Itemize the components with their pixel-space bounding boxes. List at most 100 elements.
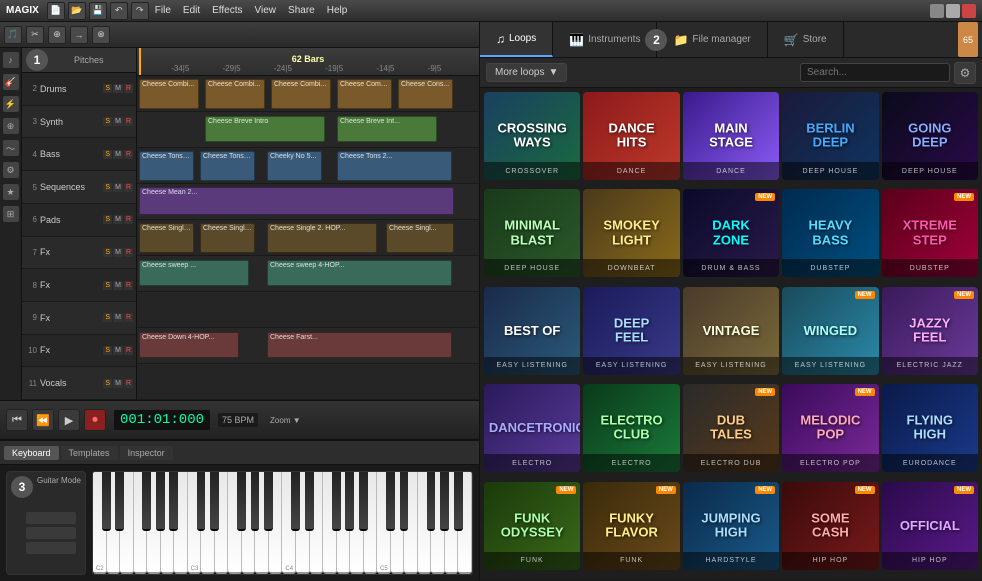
clip[interactable]: Cheese Tons 2... [139,151,194,181]
rec-button[interactable]: R [124,346,133,355]
black-key[interactable] [345,472,354,531]
gear-button[interactable]: ⚙ [954,62,976,84]
piano-keys[interactable]: C2C3C4C5 [92,471,473,575]
clip[interactable]: Cheese Combi... [271,79,331,109]
daw-tool-1[interactable]: 🎵 [4,26,22,44]
icon-star[interactable]: ★ [3,184,19,200]
rec-button[interactable]: R [124,248,133,257]
card-crossing[interactable]: CROSSINGWAYS CROSSOVER [484,92,580,180]
clip[interactable]: Cheese Singl... [386,223,454,253]
close-button[interactable] [962,4,976,18]
daw-tool-5[interactable]: ⊗ [92,26,110,44]
icon-midi[interactable]: ⊕ [3,118,19,134]
solo-button[interactable]: S [103,281,112,290]
card-dance2[interactable]: DANCETRONIC ELECTRO [484,384,580,472]
card-winged[interactable]: WINGED EASY LISTENING NEW [782,287,878,375]
rec-button[interactable]: R [124,281,133,290]
play-button[interactable]: ▶ [58,409,80,431]
black-key[interactable] [386,472,395,531]
card-stage[interactable]: MAINSTAGE DANCE [683,92,779,180]
rec-button[interactable]: R [124,215,133,224]
ctrl-btn[interactable] [26,512,76,524]
clip[interactable]: Cheese Single 2... [200,223,255,253]
clip[interactable]: Cheese Mean 2... [139,187,454,215]
clip[interactable]: Cheese Tons 2... [200,151,255,181]
black-key[interactable] [251,472,260,531]
menu-edit[interactable]: Edit [183,5,200,16]
rewind-button[interactable]: ⏮ [6,409,28,431]
icon-effects[interactable]: ⚡ [3,96,19,112]
black-key[interactable] [237,472,246,531]
card-deep[interactable]: DEEPFEEL EASY LISTENING [583,287,679,375]
card-funky[interactable]: FUNKYFLAVOR FUNK NEW [583,482,679,570]
icon-automation[interactable]: 〜 [3,140,19,156]
black-key[interactable] [440,472,449,531]
daw-tool-2[interactable]: ✂ [26,26,44,44]
record-button[interactable]: ⏺ [84,409,106,431]
clip[interactable]: Cheese Farst... [267,332,452,358]
clip[interactable]: Cheese sweep ... [139,260,249,286]
mute-button[interactable]: M [113,117,123,126]
solo-button[interactable]: S [103,183,112,192]
clip[interactable]: Cheese Cons... [398,79,453,109]
menu-help[interactable]: Help [327,5,348,16]
menu-effects[interactable]: Effects [212,5,242,16]
mute-button[interactable]: M [113,84,123,93]
card-dark[interactable]: DARKZONE DRUM & BASS NEW [683,189,779,277]
rec-button[interactable]: R [124,379,133,388]
solo-button[interactable]: S [103,379,112,388]
card-official[interactable]: OFFICIAL HIP HOP NEW [882,482,978,570]
rec-button[interactable]: R [124,150,133,159]
search-input[interactable] [800,63,950,82]
clip[interactable]: Cheese Combi... [205,79,265,109]
transport-bpm[interactable]: 75 BPM [218,413,258,427]
black-key[interactable] [197,472,206,531]
clip[interactable]: Cheese Single 2... [139,223,194,253]
mute-button[interactable]: M [113,281,123,290]
card-some[interactable]: SOMECASH HIP HOP NEW [782,482,878,570]
clip[interactable]: Cheese Combi... [337,79,392,109]
solo-button[interactable]: S [103,84,112,93]
mute-button[interactable]: M [113,313,123,322]
card-xtreme[interactable]: XTREMESTEP DUBSTEP NEW [882,189,978,277]
clip[interactable]: Cheese Breve Int... [337,116,437,142]
black-key[interactable] [156,472,165,531]
mute-button[interactable]: M [113,215,123,224]
mute-button[interactable]: M [113,248,123,257]
card-vintage[interactable]: VINTAGE EASY LISTENING [683,287,779,375]
black-key[interactable] [210,472,219,531]
card-jazzy[interactable]: JAZZYFEEL ELECTRIC JAZZ NEW [882,287,978,375]
solo-button[interactable]: S [103,313,112,322]
solo-button[interactable]: S [103,215,112,224]
rec-button[interactable]: R [124,313,133,322]
black-key[interactable] [264,472,273,531]
card-heavy[interactable]: HEAVYBASS DUBSTEP [782,189,878,277]
rec-button[interactable]: R [124,117,133,126]
black-key[interactable] [332,472,341,531]
minimize-button[interactable] [930,4,944,18]
mute-button[interactable]: M [113,346,123,355]
black-key[interactable] [142,472,151,531]
clip[interactable]: Cheeky No 5... [267,151,322,181]
menu-file[interactable]: File [155,5,171,16]
clip[interactable]: Cheese Combi... [139,79,199,109]
solo-button[interactable]: S [103,150,112,159]
rec-button[interactable]: R [124,183,133,192]
black-key[interactable] [454,472,463,531]
clip[interactable]: Cheese Breve Intro [205,116,325,142]
icon-plug[interactable]: ⊞ [3,206,19,222]
tab-keyboard[interactable]: Keyboard [4,446,59,460]
mute-button[interactable]: M [113,150,123,159]
card-smokey[interactable]: SMOKEYLIGHT DOWNBEAT [583,189,679,277]
clip[interactable]: Cheese sweep 4-HOP... [267,260,452,286]
card-minimal[interactable]: MINIMALBLAST DEEP HOUSE [484,189,580,277]
more-loops-button[interactable]: More loops ▼ [486,63,567,82]
clip[interactable]: Cheese Tons 2... [337,151,452,181]
black-key[interactable] [427,472,436,531]
solo-button[interactable]: S [103,248,112,257]
maximize-button[interactable] [946,4,960,18]
tab-instruments[interactable]: 🎹 Instruments [553,22,657,57]
black-key[interactable] [400,472,409,531]
solo-button[interactable]: S [103,346,112,355]
daw-tool-4[interactable]: → [70,26,88,44]
